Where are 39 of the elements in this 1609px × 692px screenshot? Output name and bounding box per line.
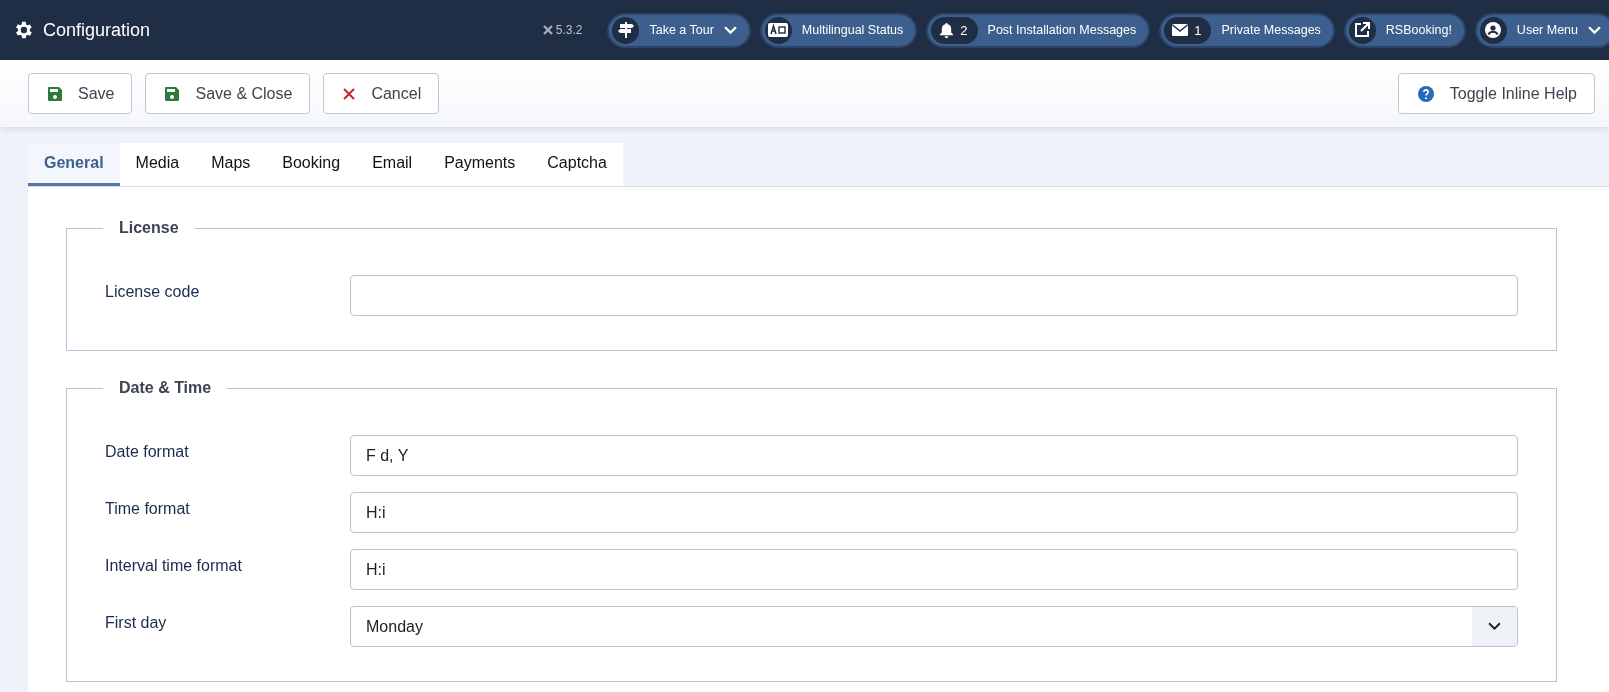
toolbar-button[interactable]: Save [28,73,133,114]
fieldset-legend: License [103,219,195,237]
help-icon [1417,85,1434,102]
help-toggle-button[interactable]: Toggle Inline Help [1397,73,1595,114]
language-icon [768,23,789,37]
signpost-icon [617,22,634,38]
message-count: 1 [1194,22,1202,38]
header-menu-button[interactable]: User Menu [1474,12,1609,48]
user-icon [1485,22,1502,38]
text-field[interactable] [350,275,1518,316]
header-menu-button[interactable]: Take a Tour [607,12,751,48]
tab[interactable]: General [28,143,120,186]
chevron-down-icon [1588,25,1601,35]
field-label: Date format [105,442,190,461]
text-field[interactable]: H:i [350,492,1518,533]
page-title: Configuration [43,19,151,41]
message-count: 2 [960,22,968,38]
field-label: Interval time format [105,556,243,575]
field-label: License code [105,282,201,301]
select-field[interactable]: Monday [350,606,1518,647]
toolbar-button[interactable]: Cancel [323,73,440,114]
field-label: Time format [105,499,191,518]
chevron-down-icon [1488,622,1501,631]
header-menu-button[interactable]: 1 Private Messages [1159,12,1335,48]
envelope-icon [1172,24,1189,36]
text-field[interactable]: F d, Y [350,435,1518,476]
close-icon [343,87,356,100]
chevron-down-icon [723,25,737,35]
header-menu-button[interactable]: 2 Post Installation Messages [926,12,1151,48]
field-label: First day [105,613,168,632]
bell-icon [939,22,955,38]
external-link-icon [1354,22,1371,38]
cross-icon [542,25,553,35]
toolbar-button[interactable]: Save & Close [145,73,311,114]
fieldset-legend: Date & Time [103,379,228,397]
header-menu-button[interactable]: RSBooking! [1343,12,1466,48]
text-field[interactable]: H:i [350,549,1518,590]
version-label: 5.3.2 [542,23,583,37]
header-menu-button[interactable]: Multilingual Status [759,12,918,48]
